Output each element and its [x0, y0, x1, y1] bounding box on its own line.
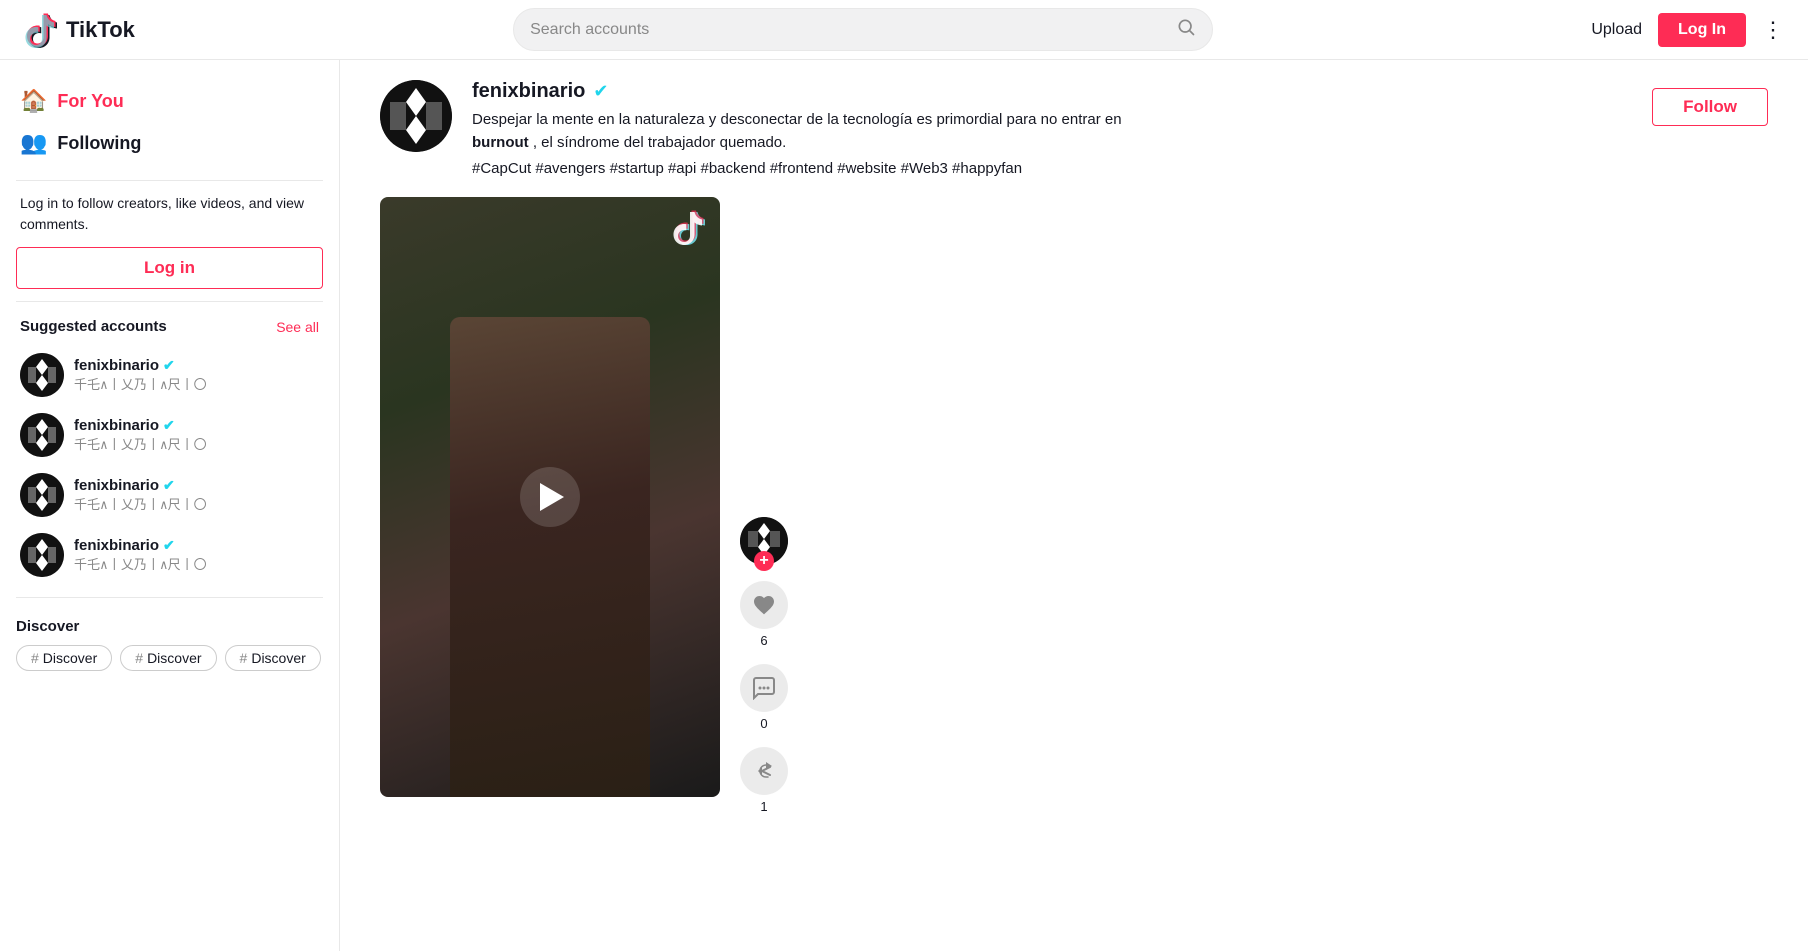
- account-info-4: fenixbinario ✔ 千乇∧丨乂乃丨∧尺丨〇: [74, 537, 319, 573]
- verified-icon-3: ✔: [163, 477, 175, 494]
- heart-icon: [752, 593, 776, 617]
- suggested-account-4[interactable]: fenixbinario ✔ 千乇∧丨乂乃丨∧尺丨〇: [16, 525, 323, 585]
- upload-button[interactable]: Upload: [1591, 21, 1642, 39]
- account-name-3: fenixbinario ✔: [74, 477, 319, 494]
- profile-name-row: fenixbinario ✔: [472, 80, 1632, 103]
- following-icon: 👥: [20, 130, 47, 156]
- logo[interactable]: TikTok: [24, 12, 135, 48]
- profile-username: fenixbinario: [472, 80, 585, 103]
- sidebar-item-following[interactable]: 👥 Following: [16, 122, 323, 164]
- like-count: 6: [760, 633, 767, 648]
- following-label: Following: [57, 133, 141, 154]
- tiktok-logo-icon: [24, 12, 60, 48]
- video-section: + 6: [380, 197, 1768, 814]
- for-you-label: For You: [57, 91, 123, 112]
- verified-icon-1: ✔: [163, 357, 175, 374]
- avatar-4: [20, 533, 64, 577]
- login-button[interactable]: Log In: [1658, 13, 1746, 47]
- sidebar-item-for-you[interactable]: 🏠 For You: [16, 80, 323, 122]
- like-button[interactable]: [740, 581, 788, 629]
- avatar-2: [20, 413, 64, 457]
- account-sub-2: 千乇∧丨乂乃丨∧尺丨〇: [74, 434, 319, 453]
- tiktok-watermark: [672, 209, 708, 245]
- avatar-pattern-2: [20, 413, 64, 457]
- share-button[interactable]: [740, 747, 788, 795]
- search-bar: [513, 8, 1213, 51]
- account-sub-4: 千乇∧丨乂乃丨∧尺丨〇: [74, 554, 319, 573]
- profile-info: fenixbinario ✔ Despejar la mente en la n…: [472, 80, 1632, 177]
- profile-verified-icon: ✔: [593, 81, 608, 102]
- creator-avatar-action[interactable]: +: [740, 517, 788, 565]
- account-name-1: fenixbinario ✔: [74, 357, 319, 374]
- verified-icon-4: ✔: [163, 537, 175, 554]
- profile-avatar: [380, 80, 452, 152]
- avatar-pattern-1: [20, 353, 64, 397]
- profile-tags: #CapCut #avengers #startup #api #backend…: [472, 160, 1632, 177]
- login-prompt: Log in to follow creators, like videos, …: [20, 193, 319, 235]
- search-icon: [1176, 17, 1196, 37]
- avatar-1: [20, 353, 64, 397]
- see-all-button[interactable]: See all: [276, 319, 319, 335]
- divider-2: [16, 301, 323, 302]
- follow-plus-icon: +: [754, 551, 774, 571]
- discover-tag-2[interactable]: # Discover: [120, 645, 216, 671]
- avatar-pattern-3: [20, 473, 64, 517]
- comment-icon: [752, 676, 776, 700]
- discover-tag-3[interactable]: # Discover: [225, 645, 321, 671]
- share-action[interactable]: 1: [740, 747, 788, 814]
- suggested-accounts-header: Suggested accounts See all: [20, 318, 319, 335]
- play-button[interactable]: [520, 467, 580, 527]
- hash-icon-1: #: [31, 650, 39, 666]
- main-content: fenixbinario ✔ Despejar la mente en la n…: [340, 60, 1808, 951]
- logo-text: TikTok: [66, 17, 135, 43]
- suggested-title: Suggested accounts: [20, 318, 167, 335]
- main-layout: 🏠 For You 👥 Following Log in to follow c…: [0, 60, 1808, 951]
- sidebar-nav: 🏠 For You 👥 Following: [16, 80, 323, 164]
- home-icon: 🏠: [20, 88, 47, 114]
- account-info-2: fenixbinario ✔ 千乇∧丨乂乃丨∧尺丨〇: [74, 417, 319, 453]
- follow-button[interactable]: Follow: [1652, 88, 1768, 126]
- hash-icon-3: #: [240, 650, 248, 666]
- play-triangle-icon: [540, 483, 564, 511]
- sidebar: 🏠 For You 👥 Following Log in to follow c…: [0, 60, 340, 951]
- search-button[interactable]: [1176, 17, 1196, 42]
- video-player[interactable]: [380, 197, 720, 797]
- verified-icon-2: ✔: [163, 417, 175, 434]
- header-right: Upload Log In ⋮: [1591, 13, 1784, 47]
- profile-header: fenixbinario ✔ Despejar la mente en la n…: [380, 80, 1768, 177]
- profile-bio: Despejar la mente en la naturaleza y des…: [472, 109, 1172, 154]
- video-person-silhouette: [450, 317, 650, 797]
- sidebar-login-button[interactable]: Log in: [16, 247, 323, 289]
- hash-icon-2: #: [135, 650, 143, 666]
- account-sub-1: 千乇∧丨乂乃丨∧尺丨〇: [74, 374, 319, 393]
- search-input[interactable]: [530, 21, 1176, 39]
- share-icon: [752, 759, 776, 783]
- discover-tag-1[interactable]: # Discover: [16, 645, 112, 671]
- suggested-account-3[interactable]: fenixbinario ✔ 千乇∧丨乂乃丨∧尺丨〇: [16, 465, 323, 525]
- divider-3: [16, 597, 323, 598]
- watermark-tiktok-icon: [672, 209, 708, 245]
- profile-avatar-pattern: [380, 80, 452, 152]
- like-action[interactable]: 6: [740, 581, 788, 648]
- account-info-1: fenixbinario ✔ 千乇∧丨乂乃丨∧尺丨〇: [74, 357, 319, 393]
- avatar-3: [20, 473, 64, 517]
- share-count: 1: [760, 799, 767, 814]
- video-actions: + 6: [740, 197, 788, 814]
- more-icon[interactable]: ⋮: [1762, 17, 1784, 43]
- account-name-2: fenixbinario ✔: [74, 417, 319, 434]
- account-sub-3: 千乇∧丨乂乃丨∧尺丨〇: [74, 494, 319, 513]
- comment-count: 0: [760, 716, 767, 731]
- discover-title: Discover: [16, 618, 323, 635]
- suggested-account-2[interactable]: fenixbinario ✔ 千乇∧丨乂乃丨∧尺丨〇: [16, 405, 323, 465]
- divider-1: [16, 180, 323, 181]
- header: TikTok Upload Log In ⋮: [0, 0, 1808, 60]
- account-name-4: fenixbinario ✔: [74, 537, 319, 554]
- avatar-pattern-4: [20, 533, 64, 577]
- comment-button[interactable]: [740, 664, 788, 712]
- account-info-3: fenixbinario ✔ 千乇∧丨乂乃丨∧尺丨〇: [74, 477, 319, 513]
- discover-section: Discover # Discover # Discover # Discove…: [16, 618, 323, 671]
- comment-action[interactable]: 0: [740, 664, 788, 731]
- discover-tags: # Discover # Discover # Discover: [16, 645, 323, 671]
- suggested-account-1[interactable]: fenixbinario ✔ 千乇∧丨乂乃丨∧尺丨〇: [16, 345, 323, 405]
